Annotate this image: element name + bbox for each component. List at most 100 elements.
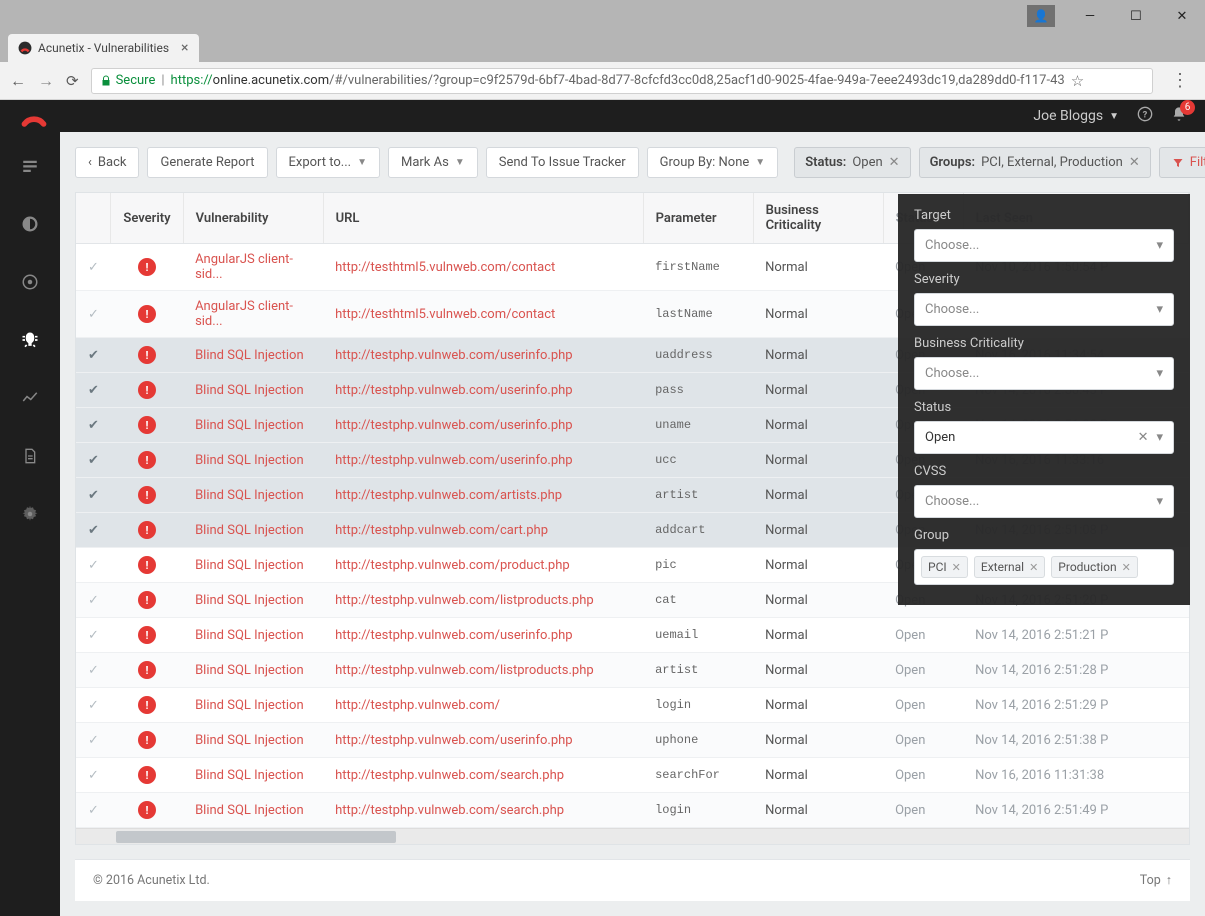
filter-target-select[interactable]: Choose...▾ [914, 229, 1174, 262]
user-menu[interactable]: Joe Bloggs ▼ [1033, 108, 1119, 124]
url-cell[interactable]: http://testphp.vulnweb.com/artists.php [323, 478, 643, 513]
vulnerability-cell[interactable]: Blind SQL Injection [183, 758, 323, 793]
vulnerability-cell[interactable]: Blind SQL Injection [183, 408, 323, 443]
vulnerability-cell[interactable]: Blind SQL Injection [183, 338, 323, 373]
vulnerability-cell[interactable]: Blind SQL Injection [183, 723, 323, 758]
url-cell[interactable]: http://testphp.vulnweb.com/search.php [323, 758, 643, 793]
vulnerability-cell[interactable]: Blind SQL Injection [183, 373, 323, 408]
browser-tab[interactable]: Acunetix - Vulnerabilities × [8, 34, 199, 62]
row-checkbox[interactable]: ✓ [76, 688, 111, 723]
url-cell[interactable]: http://testphp.vulnweb.com/userinfo.php [323, 723, 643, 758]
vulnerability-cell[interactable]: Blind SQL Injection [183, 583, 323, 618]
remove-tag-icon[interactable]: ✕ [952, 561, 961, 574]
browser-menu-icon[interactable]: ⋮ [1165, 70, 1195, 91]
table-row[interactable]: ✓!Blind SQL Injectionhttp://testphp.vuln… [76, 723, 1189, 758]
filter-button[interactable]: Filter [1159, 147, 1205, 178]
export-to-button[interactable]: Export to...▼ [276, 147, 380, 178]
row-checkbox[interactable]: ✔ [76, 338, 111, 373]
nav-back-icon[interactable]: ← [10, 71, 26, 91]
clear-icon[interactable]: ✕ [1138, 430, 1149, 445]
url-cell[interactable]: http://testphp.vulnweb.com/listproducts.… [323, 653, 643, 688]
vulnerability-cell[interactable]: Blind SQL Injection [183, 478, 323, 513]
row-checkbox[interactable]: ✓ [76, 583, 111, 618]
group-tag[interactable]: External ✕ [974, 556, 1045, 578]
send-to-tracker-button[interactable]: Send To Issue Tracker [486, 147, 639, 178]
status-filter-pill[interactable]: Status:Open✕ [794, 147, 910, 178]
vulnerability-cell[interactable]: Blind SQL Injection [183, 548, 323, 583]
sidebar-scans[interactable] [0, 266, 60, 298]
sidebar-settings[interactable] [0, 498, 60, 530]
remove-tag-icon[interactable]: ✕ [1122, 561, 1131, 574]
url-cell[interactable]: http://testphp.vulnweb.com/userinfo.php [323, 618, 643, 653]
group-by-button[interactable]: Group By: None▼ [647, 147, 779, 178]
vulnerability-cell[interactable]: AngularJS client-sid... [183, 244, 323, 291]
vulnerability-cell[interactable]: Blind SQL Injection [183, 793, 323, 828]
vulnerability-cell[interactable]: Blind SQL Injection [183, 688, 323, 723]
generate-report-button[interactable]: Generate Report [147, 147, 267, 178]
row-checkbox[interactable]: ✓ [76, 548, 111, 583]
row-checkbox[interactable]: ✓ [76, 291, 111, 338]
row-checkbox[interactable]: ✓ [76, 653, 111, 688]
back-to-top[interactable]: Top↑ [1140, 873, 1172, 888]
remove-tag-icon[interactable]: ✕ [1029, 561, 1038, 574]
app-logo-icon[interactable] [18, 100, 50, 132]
sidebar-targets[interactable] [0, 208, 60, 240]
table-row[interactable]: ✓!Blind SQL Injectionhttp://testphp.vuln… [76, 688, 1189, 723]
sidebar-vulnerabilities[interactable] [0, 324, 60, 356]
row-checkbox[interactable]: ✔ [76, 373, 111, 408]
url-cell[interactable]: http://testphp.vulnweb.com/userinfo.php [323, 443, 643, 478]
filter-severity-select[interactable]: Choose...▾ [914, 293, 1174, 326]
sidebar-dashboard[interactable] [0, 150, 60, 182]
url-cell[interactable]: http://testhtml5.vulnweb.com/contact [323, 244, 643, 291]
address-bar[interactable]: Secure | https://online.acunetix.com/#/v… [91, 68, 1153, 94]
url-cell[interactable]: http://testphp.vulnweb.com/cart.php [323, 513, 643, 548]
url-cell[interactable]: http://testhtml5.vulnweb.com/contact [323, 291, 643, 338]
url-cell[interactable]: http://testphp.vulnweb.com/userinfo.php [323, 408, 643, 443]
filter-cvss-select[interactable]: Choose...▾ [914, 485, 1174, 518]
sidebar-documents[interactable] [0, 440, 60, 472]
col-severity[interactable]: Severity [111, 193, 183, 244]
horizontal-scrollbar[interactable] [76, 828, 1189, 844]
notifications-icon[interactable]: 6 [1171, 106, 1187, 126]
vulnerability-cell[interactable]: Blind SQL Injection [183, 618, 323, 653]
row-checkbox[interactable]: ✔ [76, 478, 111, 513]
filter-status-select[interactable]: Open✕▾ [914, 421, 1174, 454]
tab-close-icon[interactable]: × [181, 40, 188, 56]
window-close[interactable]: ✕ [1159, 0, 1205, 32]
url-cell[interactable]: http://testphp.vulnweb.com/userinfo.php [323, 373, 643, 408]
row-checkbox[interactable]: ✔ [76, 408, 111, 443]
row-checkbox[interactable]: ✓ [76, 244, 111, 291]
col-business-criticality[interactable]: Business Criticality [753, 193, 883, 244]
back-button[interactable]: ‹Back [75, 147, 139, 178]
vulnerability-cell[interactable]: Blind SQL Injection [183, 443, 323, 478]
window-minimize[interactable]: — [1067, 0, 1113, 32]
col-parameter[interactable]: Parameter [643, 193, 753, 244]
group-tag[interactable]: Production ✕ [1051, 556, 1138, 578]
groups-filter-pill[interactable]: Groups:PCI, External, Production✕ [919, 147, 1151, 178]
table-row[interactable]: ✓!Blind SQL Injectionhttp://testphp.vuln… [76, 758, 1189, 793]
table-row[interactable]: ✓!Blind SQL Injectionhttp://testphp.vuln… [76, 653, 1189, 688]
row-checkbox[interactable]: ✓ [76, 758, 111, 793]
vulnerability-cell[interactable]: AngularJS client-sid... [183, 291, 323, 338]
remove-icon[interactable]: ✕ [1129, 155, 1140, 170]
select-all-checkbox[interactable] [76, 193, 111, 244]
window-maximize[interactable]: ☐ [1113, 0, 1159, 32]
col-url[interactable]: URL [323, 193, 643, 244]
table-row[interactable]: ✓!Blind SQL Injectionhttp://testphp.vuln… [76, 793, 1189, 828]
vulnerability-cell[interactable]: Blind SQL Injection [183, 653, 323, 688]
help-icon[interactable]: ? [1137, 106, 1153, 126]
row-checkbox[interactable]: ✓ [76, 618, 111, 653]
url-cell[interactable]: http://testphp.vulnweb.com/ [323, 688, 643, 723]
sidebar-reports[interactable] [0, 382, 60, 414]
group-tag[interactable]: PCI ✕ [921, 556, 968, 578]
filter-criticality-select[interactable]: Choose...▾ [914, 357, 1174, 390]
remove-icon[interactable]: ✕ [889, 155, 900, 170]
row-checkbox[interactable]: ✓ [76, 793, 111, 828]
filter-group-tags[interactable]: PCI ✕ External ✕ Production ✕ [914, 549, 1174, 585]
row-checkbox[interactable]: ✔ [76, 443, 111, 478]
url-cell[interactable]: http://testphp.vulnweb.com/userinfo.php [323, 338, 643, 373]
row-checkbox[interactable]: ✔ [76, 513, 111, 548]
row-checkbox[interactable]: ✓ [76, 723, 111, 758]
url-cell[interactable]: http://testphp.vulnweb.com/search.php [323, 793, 643, 828]
vulnerability-cell[interactable]: Blind SQL Injection [183, 513, 323, 548]
